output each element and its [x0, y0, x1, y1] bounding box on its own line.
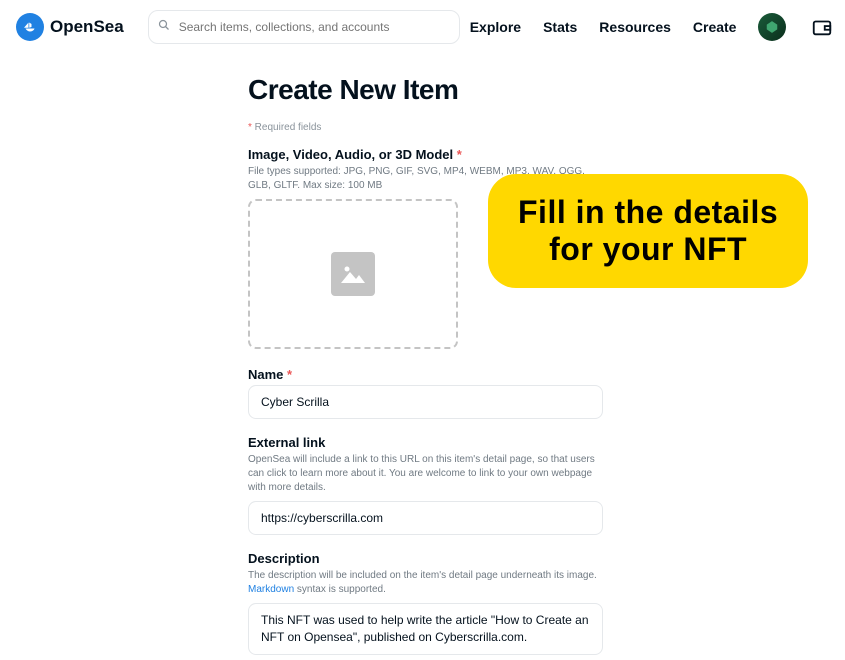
- annotation-callout: Fill in the details for your NFT: [488, 174, 808, 288]
- main-content: Create New Item * Required fields Image,…: [0, 74, 845, 660]
- search-icon: [158, 18, 170, 36]
- name-label: Name *: [248, 367, 603, 382]
- opensea-logo-icon: [16, 13, 44, 41]
- header: OpenSea Explore Stats Resources Create: [0, 0, 845, 54]
- nav-explore[interactable]: Explore: [470, 19, 521, 35]
- name-field: Name *: [248, 367, 603, 419]
- search-box: [148, 10, 460, 44]
- external-link-input[interactable]: [248, 501, 603, 535]
- nav-resources[interactable]: Resources: [599, 19, 671, 35]
- nav-create[interactable]: Create: [693, 19, 737, 35]
- nav-stats[interactable]: Stats: [543, 19, 577, 35]
- wallet-icon[interactable]: [808, 13, 836, 41]
- nav: Explore Stats Resources Create: [470, 13, 837, 41]
- brand-name: OpenSea: [50, 17, 124, 37]
- image-placeholder-icon: [331, 252, 375, 296]
- markdown-link[interactable]: Markdown: [248, 584, 294, 595]
- description-input[interactable]: [248, 603, 603, 655]
- external-link-label: External link: [248, 435, 603, 450]
- logo[interactable]: OpenSea: [16, 13, 124, 41]
- external-link-field: External link OpenSea will include a lin…: [248, 435, 603, 535]
- page-title: Create New Item: [248, 74, 845, 106]
- name-input[interactable]: [248, 385, 603, 419]
- search-input[interactable]: [148, 10, 460, 44]
- external-link-hint: OpenSea will include a link to this URL …: [248, 453, 603, 495]
- description-hint: The description will be included on the …: [248, 569, 603, 597]
- media-upload-dropzone[interactable]: [248, 199, 458, 349]
- profile-avatar[interactable]: [758, 13, 786, 41]
- required-fields-note: * Required fields: [248, 122, 845, 133]
- description-label: Description: [248, 551, 603, 566]
- description-field: Description The description will be incl…: [248, 551, 603, 660]
- media-label: Image, Video, Audio, or 3D Model *: [248, 147, 603, 162]
